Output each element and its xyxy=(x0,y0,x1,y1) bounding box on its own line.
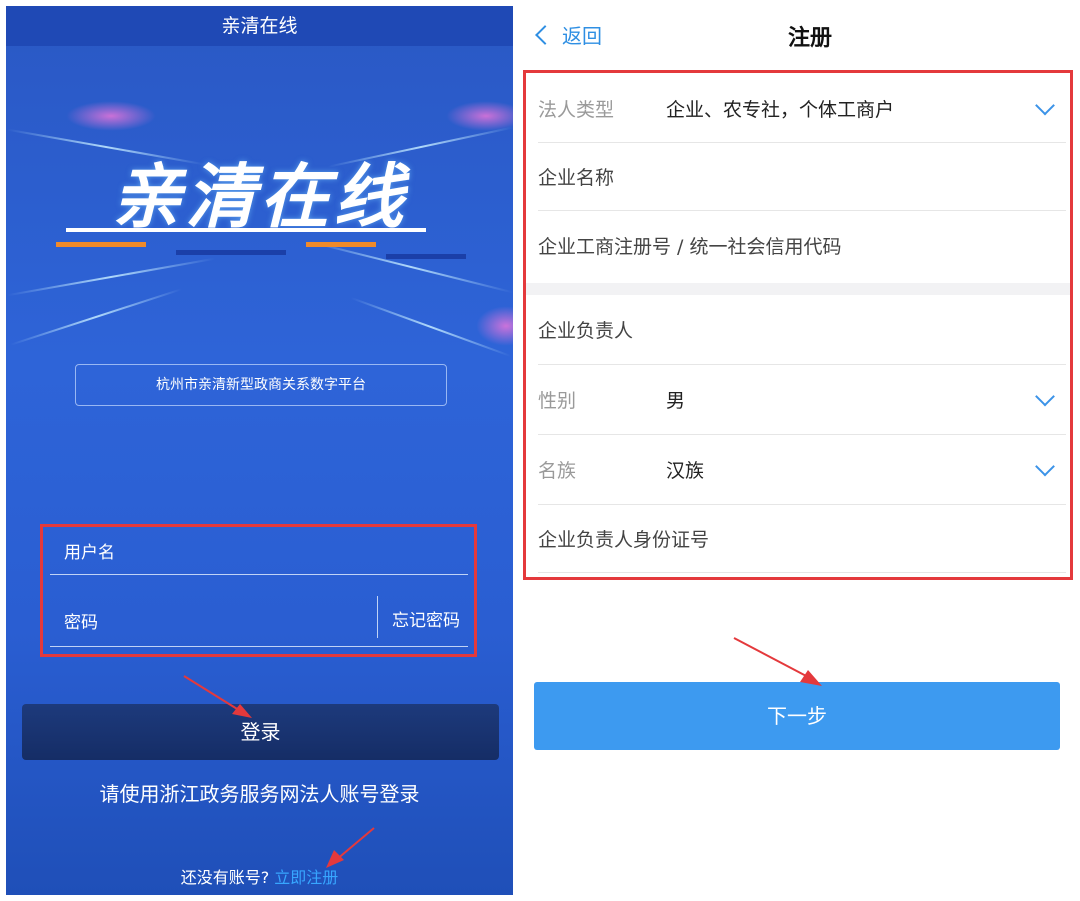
red-arrow-icon xyxy=(326,827,375,868)
logo-stripe-orange xyxy=(56,242,146,247)
form-row-principal[interactable]: 企业负责人 xyxy=(538,295,1066,365)
red-arrow-icon xyxy=(183,675,252,718)
register-screen: 返回 注册 法人类型 企业、农专社，个体工商户 企业名称 企业工商注册号 / 统… xyxy=(520,0,1080,901)
logo-stripe-blue xyxy=(386,254,466,259)
row-label: 名族 xyxy=(538,460,577,482)
light-beam xyxy=(308,240,513,294)
pink-glow-left xyxy=(66,101,156,131)
principal-name-input[interactable]: 企业负责人 xyxy=(538,316,633,343)
form-row-registration-code[interactable]: 企业工商注册号 / 统一社会信用代码 xyxy=(538,211,1066,279)
pink-glow-right xyxy=(446,101,513,131)
section-gap xyxy=(526,283,1070,295)
page-title: 注册 xyxy=(787,26,832,51)
row-label: 法人类型 xyxy=(538,99,615,121)
login-fields-highlight xyxy=(40,524,477,657)
light-beam xyxy=(10,288,182,346)
register-prompt: 还没有账号? 立即注册 xyxy=(6,864,513,888)
form-row-gender[interactable]: 性别 男 xyxy=(538,365,1066,435)
registration-code-input[interactable]: 企业工商注册号 / 统一社会信用代码 xyxy=(538,232,841,259)
no-account-text: 还没有账号? xyxy=(180,868,270,887)
nav-bar: 返回 注册 xyxy=(520,0,1080,66)
register-form-highlight: 法人类型 企业、农专社，个体工商户 企业名称 企业工商注册号 / 统一社会信用代… xyxy=(523,70,1073,580)
company-name-input[interactable]: 企业名称 xyxy=(538,163,614,190)
login-button[interactable]: 登录 xyxy=(22,704,499,760)
row-value: 男 xyxy=(666,390,686,412)
logo-stripe-blue xyxy=(176,250,286,255)
red-arrow-icon xyxy=(733,637,822,686)
form-row-ethnicity[interactable]: 名族 汉族 xyxy=(538,435,1066,505)
row-label: 性别 xyxy=(538,390,577,412)
row-value: 企业、农专社，个体工商户 xyxy=(666,99,895,121)
login-title-bar: 亲清在线 xyxy=(6,6,513,46)
logo-underline xyxy=(66,228,426,232)
qinqing-logo: 亲清在线 xyxy=(111,156,408,238)
platform-name-banner: 杭州市亲清新型政商关系数字平台 xyxy=(75,364,447,406)
form-row-legal-type[interactable]: 法人类型 企业、农专社，个体工商户 xyxy=(538,75,1066,143)
form-row-id-number[interactable]: 企业负责人身份证号 xyxy=(538,505,1066,573)
light-beam xyxy=(7,257,215,297)
login-screen: 亲清在线 亲清在线 杭州市亲清新型政商关系数字平台 用户名 密码 忘记密码 登录… xyxy=(6,6,513,895)
login-hint: 请使用浙江政务服务网法人账号登录 xyxy=(99,782,420,806)
pink-glow-mid xyxy=(476,306,513,346)
id-number-input[interactable]: 企业负责人身份证号 xyxy=(538,525,709,552)
next-step-button[interactable]: 下一步 xyxy=(534,682,1060,750)
form-row-company-name[interactable]: 企业名称 xyxy=(538,143,1066,211)
logo-stripe-orange xyxy=(306,242,376,247)
row-value: 汉族 xyxy=(666,460,705,482)
